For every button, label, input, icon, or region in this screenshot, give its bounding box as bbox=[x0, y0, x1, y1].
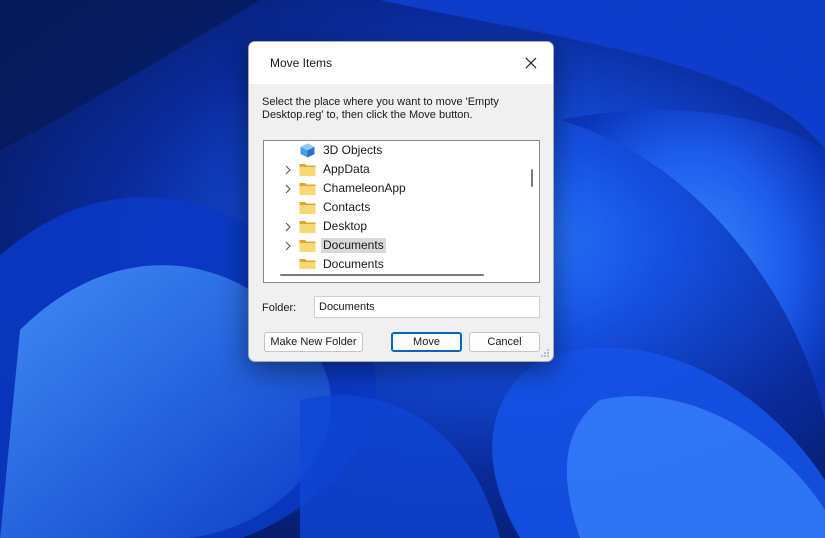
chevron-right-icon[interactable] bbox=[284, 165, 292, 175]
instruction-text: Select the place where you want to move … bbox=[262, 96, 499, 121]
close-icon bbox=[525, 57, 537, 69]
horizontal-scrollbar[interactable] bbox=[264, 269, 528, 282]
chevron-right-icon[interactable] bbox=[284, 184, 292, 194]
tree-item-label: Desktop bbox=[323, 219, 368, 233]
folder-icon bbox=[299, 183, 316, 195]
move-items-dialog: Move Items Select the place where you wa… bbox=[248, 41, 554, 362]
tree-item-documents[interactable]: Documents bbox=[264, 236, 529, 255]
folder-icon bbox=[299, 221, 316, 233]
vertical-scroll-thumb[interactable] bbox=[531, 169, 533, 187]
tree-item-label-selected: Documents bbox=[321, 238, 386, 253]
tree-item-label: 3D Objects bbox=[323, 143, 383, 157]
3d-objects-icon bbox=[300, 143, 315, 158]
tree-item-label: AppData bbox=[323, 162, 370, 176]
tree-item-appdata[interactable]: AppData bbox=[264, 160, 529, 179]
tree-item-contacts[interactable]: Contacts bbox=[264, 198, 529, 217]
folder-tree[interactable]: 3D Objects AppData ChameleonApp Contacts… bbox=[263, 140, 540, 283]
horizontal-scroll-thumb[interactable] bbox=[280, 274, 484, 276]
resize-grip-icon[interactable] bbox=[540, 348, 550, 358]
vertical-scrollbar[interactable] bbox=[526, 141, 539, 269]
close-button[interactable] bbox=[509, 42, 553, 84]
folder-icon bbox=[299, 202, 316, 214]
tree-item-label: Contacts bbox=[323, 200, 371, 214]
make-new-folder-button[interactable]: Make New Folder bbox=[264, 332, 363, 352]
folder-icon bbox=[299, 164, 316, 176]
tree-item-3d-objects[interactable]: 3D Objects bbox=[264, 141, 529, 160]
tree-item-label: ChameleonApp bbox=[323, 181, 406, 195]
chevron-right-icon[interactable] bbox=[284, 241, 292, 251]
tree-item-desktop[interactable]: Desktop bbox=[264, 217, 529, 236]
dialog-titlebar[interactable]: Move Items bbox=[249, 42, 553, 84]
tree-item-chameleonapp[interactable]: ChameleonApp bbox=[264, 179, 529, 198]
folder-icon bbox=[299, 240, 316, 252]
move-button[interactable]: Move bbox=[391, 332, 462, 352]
cancel-button[interactable]: Cancel bbox=[469, 332, 540, 352]
folder-input[interactable] bbox=[314, 296, 540, 318]
folder-label: Folder: bbox=[262, 302, 297, 314]
chevron-right-icon[interactable] bbox=[284, 222, 292, 232]
dialog-title: Move Items bbox=[270, 56, 333, 70]
